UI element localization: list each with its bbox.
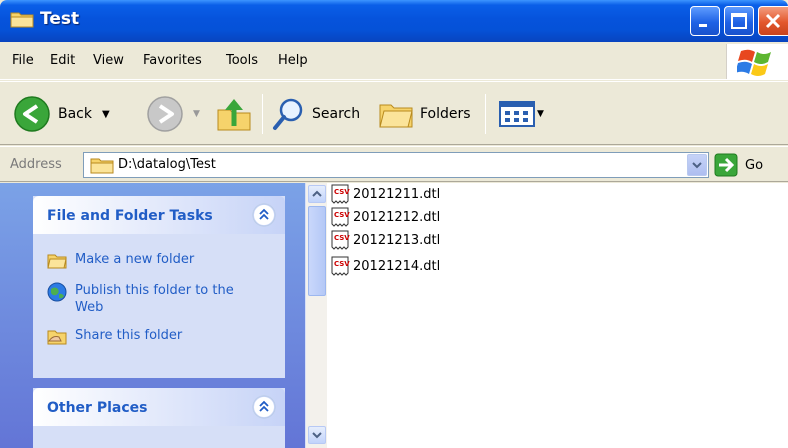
file-folder-tasks-header[interactable]: File and Folder Tasks (33, 196, 285, 234)
file-list: CSV 20121211.dtl CSV 20121212.dtl CSV 20… (327, 183, 788, 448)
collapse-button[interactable] (253, 204, 275, 226)
svg-text:CSV: CSV (334, 260, 350, 268)
search-button[interactable]: Search (272, 92, 360, 136)
folders-label: Folders (420, 106, 471, 122)
chevron-up-double-icon (259, 400, 269, 412)
scroll-up-button[interactable] (308, 185, 326, 203)
search-icon (273, 98, 303, 130)
toolbar-separator (485, 94, 486, 134)
forward-dropdown-icon[interactable]: ▼ (193, 109, 200, 119)
csv-file-icon: CSV (331, 184, 350, 204)
minimize-icon (699, 24, 707, 27)
task-label: Share this folder (75, 328, 183, 343)
other-places-panel: Other Places (33, 388, 285, 448)
other-places-header[interactable]: Other Places (33, 388, 285, 426)
svg-text:CSV: CSV (334, 211, 350, 219)
csv-file-icon: CSV (331, 256, 350, 276)
task-label: Make a new folder (75, 252, 195, 267)
task-share-folder[interactable]: Share this folder (47, 327, 235, 345)
chevron-down-icon (692, 162, 702, 169)
file-item[interactable]: CSV 20121213.dtl (329, 229, 440, 251)
menu-favorites[interactable]: Favorites (143, 53, 202, 68)
windows-logo (726, 44, 788, 79)
svg-text:CSV: CSV (334, 234, 350, 242)
back-dropdown-icon[interactable]: ▼ (102, 109, 110, 120)
title-bar[interactable]: Test (0, 0, 788, 42)
collapse-button[interactable] (253, 396, 275, 418)
folder-icon (10, 12, 34, 28)
explorer-window: Test File Edit View Favorites Tools Help (0, 0, 788, 448)
forward-arrow-icon (147, 96, 183, 132)
file-item[interactable]: CSV 20121212.dtl (329, 206, 440, 228)
file-item[interactable]: CSV 20121214.dtl (329, 255, 440, 277)
windows-flag-icon (737, 49, 771, 76)
maximize-icon (731, 13, 747, 29)
views-dropdown-icon[interactable]: ▼ (537, 109, 544, 119)
up-folder-button[interactable] (214, 92, 254, 136)
maximize-button[interactable] (724, 6, 754, 36)
menu-edit[interactable]: Edit (50, 53, 75, 68)
address-label: Address (10, 157, 62, 172)
back-label: Back (58, 106, 92, 122)
other-places-title: Other Places (47, 400, 148, 416)
file-name: 20121213.dtl (353, 232, 441, 248)
minimize-button[interactable] (690, 6, 720, 36)
file-folder-tasks-title: File and Folder Tasks (47, 208, 213, 224)
file-name: 20121212.dtl (353, 209, 441, 225)
menu-tools[interactable]: Tools (226, 53, 258, 68)
file-item[interactable]: CSV 20121211.dtl (329, 183, 440, 205)
chevron-up-double-icon (259, 208, 269, 220)
close-button[interactable] (758, 6, 788, 36)
menu-view[interactable]: View (93, 53, 124, 68)
address-input[interactable]: D:\datalog\Test (83, 152, 709, 178)
svg-text:CSV: CSV (334, 188, 350, 196)
standard-toolbar: Back ▼ ▼ Search Folders ▼ (0, 81, 788, 145)
search-label: Search (312, 106, 361, 122)
task-make-new-folder[interactable]: Make a new folder (47, 251, 235, 269)
address-bar: Address D:\datalog\Test Go (0, 146, 788, 182)
scroll-down-button[interactable] (308, 426, 326, 444)
scroll-thumb[interactable] (308, 206, 326, 296)
chevron-down-icon (312, 432, 322, 439)
task-label: Publish this folder to the Web (75, 283, 234, 315)
address-dropdown-button[interactable] (687, 154, 707, 176)
menu-bar: File Edit View Favorites Tools Help (0, 42, 788, 80)
menu-help[interactable]: Help (278, 53, 308, 68)
chevron-up-icon (312, 190, 322, 197)
back-arrow-icon (14, 96, 50, 132)
csv-file-icon: CSV (331, 230, 350, 250)
globe-icon (47, 282, 67, 302)
forward-button[interactable]: ▼ (145, 92, 200, 136)
file-name: 20121214.dtl (353, 258, 441, 274)
folders-button[interactable]: Folders (378, 92, 471, 136)
views-button[interactable]: ▼ (499, 92, 544, 136)
up-folder-icon (217, 99, 251, 131)
task-pane: File and Folder Tasks Make a new folder … (0, 183, 305, 448)
csv-file-icon: CSV (331, 207, 350, 227)
go-button[interactable]: Go (714, 152, 763, 178)
views-icon (499, 101, 535, 127)
new-folder-icon (47, 254, 67, 269)
folders-icon (379, 104, 413, 128)
close-icon (765, 13, 781, 29)
share-folder-icon (47, 330, 67, 345)
go-arrow-icon (714, 153, 738, 177)
file-name: 20121211.dtl (353, 186, 441, 202)
go-label: Go (745, 157, 764, 173)
address-path: D:\datalog\Test (118, 157, 216, 172)
menu-file[interactable]: File (12, 53, 34, 68)
window-title: Test (40, 9, 80, 29)
back-button[interactable]: Back ▼ (12, 92, 110, 136)
task-publish-web[interactable]: Publish this folder to the Web (47, 282, 235, 316)
task-pane-scrollbar[interactable] (305, 183, 327, 448)
file-folder-tasks-panel: File and Folder Tasks Make a new folder … (33, 196, 285, 378)
toolbar-separator (262, 94, 263, 134)
folder-icon (90, 158, 114, 174)
